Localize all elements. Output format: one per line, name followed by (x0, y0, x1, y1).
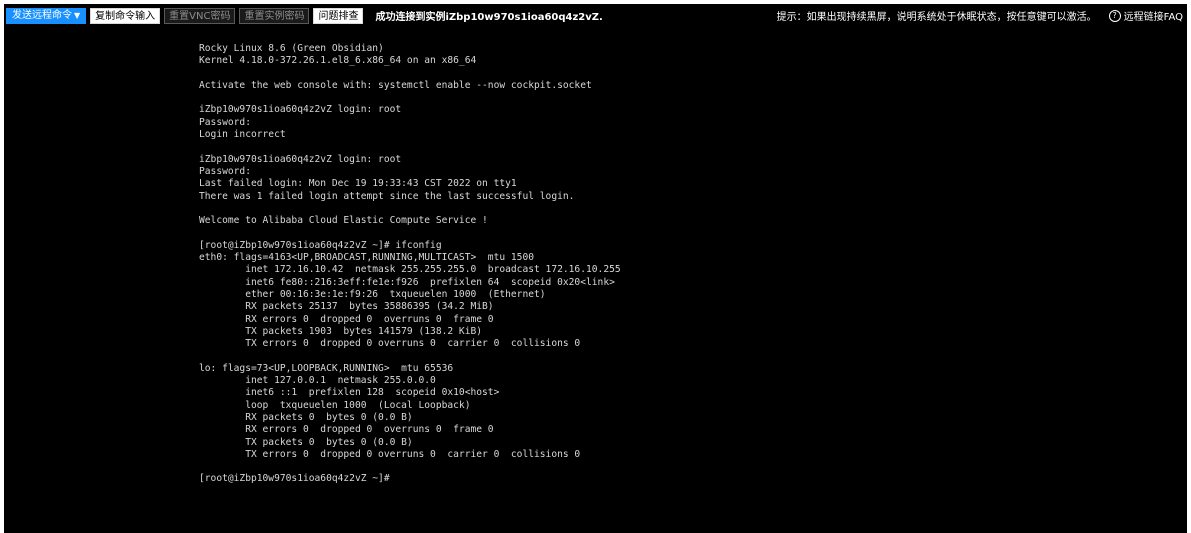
reset-instance-password-button[interactable]: 重置实例密码 (239, 7, 310, 24)
terminal-line: Login incorrect (199, 129, 286, 141)
terminal-line: RX packets 25137 bytes 35886395 (34.2 Mi… (199, 301, 494, 313)
copy-command-input-button[interactable]: 复制命令输入 (90, 7, 161, 24)
terminal-line: iZbp10w970s1ioa60q4z2vZ login: root (199, 153, 402, 165)
terminal-line: RX errors 0 dropped 0 overruns 0 frame 0 (199, 424, 494, 436)
terminal-line: eth0: flags=4163<UP,BROADCAST,RUNNING,MU… (199, 252, 535, 264)
terminal-line: iZbp10w970s1ioa60q4z2vZ login: root (199, 104, 402, 116)
connection-status-message: 成功连接到实例iZbp10w970s1ioa60q4z2vZ. (375, 12, 603, 23)
terminal-line: RX packets 0 bytes 0 (0.0 B) (199, 411, 413, 423)
terminal-line: loop txqueuelen 1000 (Local Loopback) (199, 399, 471, 411)
terminal-line: inet 127.0.0.1 netmask 255.0.0.0 (199, 375, 436, 387)
terminal-line: inet6 ::1 prefixlen 128 scopeid 0x10<hos… (199, 387, 500, 399)
remote-connection-faq-link[interactable]: ? 远程链接FAQ (1108, 8, 1183, 23)
terminal-line: Activate the web console with: systemctl… (199, 79, 592, 91)
terminal-line: Kernel 4.18.0-372.26.1.el8_6.x86_64 on a… (199, 55, 477, 67)
terminal-line: Password: (199, 165, 251, 177)
chevron-down-icon: ▼ (74, 10, 81, 20)
console-toolbar: 发送远程命令 ▼ 复制命令输入 重置VNC密码 重置实例密码 问题排查 成功连接… (4, 4, 1187, 27)
terminal-line: inet6 fe80::216:3eff:fe1e:f926 prefixlen… (199, 276, 615, 288)
troubleshoot-button[interactable]: 问题排查 (313, 7, 364, 24)
terminal-line: TX errors 0 dropped 0 overruns 0 carrier… (199, 338, 581, 350)
black-screen-hint: 提示：如果出现持续黑屏，说明系统处于休眠状态，按任意键可以激活。 (776, 12, 1097, 23)
faq-label: 远程链接FAQ (1123, 12, 1183, 23)
terminal-screen[interactable]: Rocky Linux 8.6 (Green Obsidian) Kernel … (4, 27, 1187, 533)
terminal-line: lo: flags=73<UP,LOOPBACK,RUNNING> mtu 65… (199, 362, 454, 374)
terminal-line: Last failed login: Mon Dec 19 19:33:43 C… (199, 178, 517, 190)
terminal-scrollbar[interactable] (1183, 27, 1187, 533)
terminal-line: [root@iZbp10w970s1ioa60q4z2vZ ~]# (199, 473, 390, 485)
send-remote-command-button[interactable]: 发送远程命令 ▼ (6, 7, 87, 24)
send-remote-command-label: 发送远程命令 (12, 9, 72, 21)
help-circle-icon: ? (1108, 9, 1121, 22)
terminal-line: RX errors 0 dropped 0 overruns 0 frame 0 (199, 313, 494, 325)
terminal-line: There was 1 failed login attempt since t… (199, 190, 575, 202)
terminal-line: Rocky Linux 8.6 (Green Obsidian) (199, 43, 384, 54)
terminal-line: Password: (199, 116, 251, 128)
terminal-line: inet 172.16.10.42 netmask 255.255.255.0 … (199, 264, 621, 276)
terminal-output: Rocky Linux 8.6 (Green Obsidian) Kernel … (199, 43, 621, 486)
terminal-line: TX errors 0 dropped 0 overruns 0 carrier… (199, 448, 581, 460)
terminal-line: [root@iZbp10w970s1ioa60q4z2vZ ~]# ifconf… (199, 239, 442, 251)
terminal-line: ether 00:16:3e:1e:f9:26 txqueuelen 1000 … (199, 288, 546, 300)
terminal-line: TX packets 0 bytes 0 (0.0 B) (199, 436, 413, 448)
reset-vnc-password-button[interactable]: 重置VNC密码 (164, 7, 236, 24)
remote-console-window: 发送远程命令 ▼ 复制命令输入 重置VNC密码 重置实例密码 问题排查 成功连接… (4, 4, 1187, 533)
terminal-line: Welcome to Alibaba Cloud Elastic Compute… (199, 215, 488, 227)
terminal-line: TX packets 1903 bytes 141579 (138.2 KiB) (199, 325, 483, 337)
